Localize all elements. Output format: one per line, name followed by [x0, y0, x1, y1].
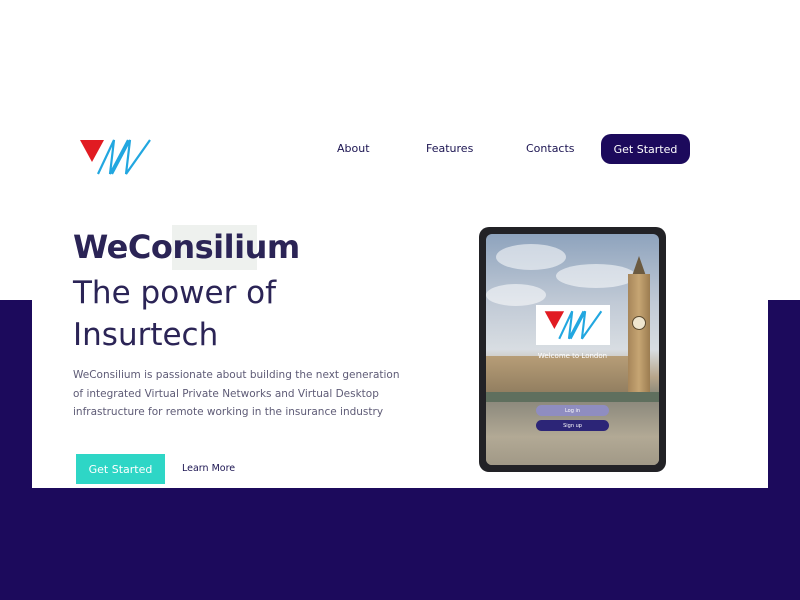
tablet-screen: Welcome to London Log in Sign up [486, 234, 659, 465]
nav-about-link[interactable]: About [337, 142, 370, 155]
bridge [486, 392, 659, 402]
tablet-logo-icon [536, 305, 610, 345]
nav-features-link[interactable]: Features [426, 142, 473, 155]
weconsilium-logo-icon[interactable] [78, 136, 152, 178]
clock-face-icon [632, 316, 646, 330]
hero-get-started-button[interactable]: Get Started [76, 454, 165, 484]
hero-brand-title: WeConsilium [73, 228, 300, 266]
nav-contacts-link[interactable]: Contacts [526, 142, 575, 155]
tablet-welcome-text: Welcome to London [537, 352, 608, 360]
cloud-shape [556, 264, 636, 288]
tablet-login-button[interactable]: Log in [536, 405, 609, 416]
cloud-shape [496, 244, 566, 270]
hero-description: WeConsilium is passionate about building… [73, 369, 400, 418]
header-get-started-button[interactable]: Get Started [601, 134, 690, 164]
hero-tagline: The power of Insurtech [73, 275, 277, 353]
tablet-signup-button[interactable]: Sign up [536, 420, 609, 431]
cloud-shape [486, 284, 546, 306]
learn-more-link[interactable]: Learn More [182, 463, 235, 474]
tower-spire [632, 256, 646, 276]
tablet-mockup: Welcome to London Log in Sign up [479, 227, 666, 472]
